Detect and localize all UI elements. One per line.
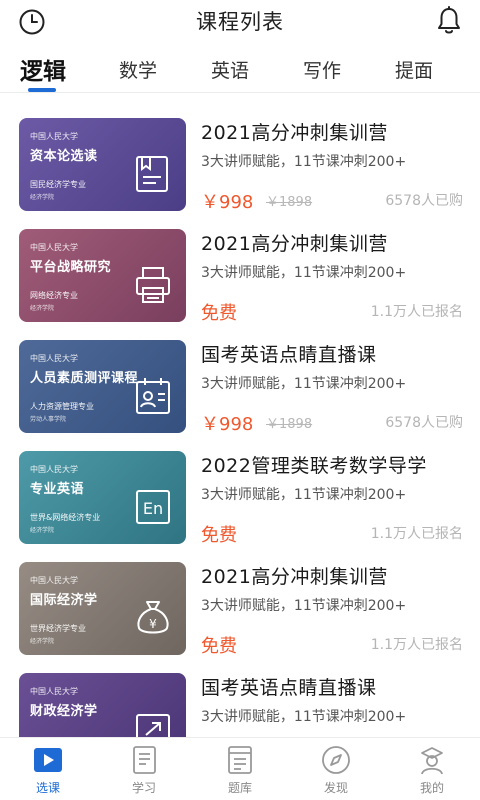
course-name: 2021高分冲刺集训营 <box>201 233 388 255</box>
course-info: 2021高分冲刺集训营 3大讲师赋能，11节课冲刺200+ 免费 1.1万人已报名 <box>201 229 471 324</box>
compass-icon <box>296 744 376 776</box>
cover-title: 平台战略研究 <box>30 260 112 275</box>
course-cover[interactable]: 中国人民大学专业英语世界&网络经济专业 经济学院 En <box>19 451 186 544</box>
course-name: 2021高分冲刺集训营 <box>201 122 388 144</box>
nav-discover[interactable]: 发现 <box>296 744 376 796</box>
cover-major: 世界经济学专业 <box>30 624 86 633</box>
nav-label: 选课 <box>35 781 60 795</box>
cover-college: 经济学院 <box>30 527 55 534</box>
course-cover[interactable]: 中国人民大学资本论选读国民经济学专业 经济学院 <box>19 118 186 211</box>
course-info: 2021高分冲刺集训营 3大讲师赋能，11节课冲刺200+ 免费 1.1万人已报名 <box>201 562 471 657</box>
bell-icon[interactable] <box>436 6 462 36</box>
course-description: 3大讲师赋能，11节课冲刺200+ <box>201 376 407 392</box>
course-description: 3大讲师赋能，11节课冲刺200+ <box>201 709 407 725</box>
nav-label: 我的 <box>419 781 444 795</box>
cover-school: 中国人民大学 <box>30 576 78 585</box>
cover-school: 中国人民大学 <box>30 354 78 363</box>
calendar-person-icon <box>134 376 172 416</box>
nav-label: 学习 <box>131 781 156 795</box>
cover-school: 中国人民大学 <box>30 132 78 141</box>
cover-title: 财政经济学 <box>30 704 98 719</box>
book-icon <box>134 154 172 194</box>
nav-label: 题库 <box>227 781 252 795</box>
cover-school: 中国人民大学 <box>30 243 78 252</box>
course-item[interactable]: 中国人民大学平台战略研究网络经济专业 经济学院 2021高分冲刺集训营 3大讲师赋能，… <box>0 204 480 324</box>
arrow-box-icon <box>134 709 172 737</box>
course-item[interactable]: 中国人民大学 人员素质测评课程 人力资源管理专业 劳动人事学院 国考英语点睛直播课 3大讲… <box>0 315 480 435</box>
course-info: 2021高分冲刺集训营 3大讲师赋能，11节课冲刺200+ ￥998 ￥1898 657… <box>201 118 471 213</box>
nav-study[interactable]: 学习 <box>104 744 184 796</box>
cover-major: 国民经济学专业 <box>30 180 86 189</box>
header: 课程列表 <box>0 0 480 44</box>
cover-college: 经济学院 <box>30 194 55 201</box>
nav-me[interactable]: 我的 <box>392 744 472 796</box>
money-bag-icon: ¥ <box>134 598 172 638</box>
nav-label: 发现 <box>323 781 348 795</box>
cover-school: 中国人民大学 <box>30 687 78 696</box>
course-name: 2022管理类联考数学导学 <box>201 455 427 477</box>
printer-icon <box>134 265 172 305</box>
course-cover[interactable]: 中国人民大学国际经济学世界经济学专业 经济学院 ¥ <box>19 562 186 655</box>
course-info: 2022管理类联考数学导学 3大讲师赋能，11节课冲刺200+ 免费 1.1万人已报名 <box>201 451 471 546</box>
course-item[interactable]: 中国人民大学专业英语世界&网络经济专业 经济学院 En 2022管理类联考数学导学 3大… <box>0 426 480 546</box>
course-cover[interactable]: 中国人民大学人员素质测评课程人力资源管理专业 劳动人事学院 <box>19 340 186 433</box>
cover-school: 中国人民大学 <box>30 465 78 474</box>
tab-logic[interactable]: 逻辑 <box>20 52 66 86</box>
course-info: 国考英语点睛直播课 3大讲师赋能，11节课冲刺200+ <box>201 673 471 726</box>
tab-interview[interactable]: 提面 <box>395 56 433 83</box>
course-item[interactable]: 中国人民大学资本论选读国民经济学专业 经济学院 2021高分冲刺集训营 3大讲师赋能，… <box>0 93 480 213</box>
cover-title: 专业英语 <box>30 482 85 497</box>
tab-english[interactable]: 英语 <box>211 56 249 83</box>
notebook-icon <box>104 744 184 776</box>
course-name: 国考英语点睛直播课 <box>201 677 377 699</box>
tab-writing[interactable]: 写作 <box>303 56 341 83</box>
svg-text:En: En <box>143 499 163 518</box>
page-title: 课程列表 <box>196 10 284 34</box>
course-description: 3大讲师赋能，11节课冲刺200+ <box>201 265 407 281</box>
course-name: 国考英语点睛直播课 <box>201 344 377 366</box>
nav-select-course[interactable]: 选课 <box>8 744 88 796</box>
tab-math[interactable]: 数学 <box>119 56 157 83</box>
cover-major: 世界&网络经济专业 <box>30 513 101 522</box>
cover-college: 劳动人事学院 <box>30 416 67 423</box>
category-tabs: 逻辑 数学 英语 写作 提面 <box>0 52 480 94</box>
course-description: 3大讲师赋能，11节课冲刺200+ <box>201 487 407 503</box>
course-description: 3大讲师赋能，11节课冲刺200+ <box>201 598 407 614</box>
profile-icon <box>392 744 472 776</box>
document-icon <box>200 744 280 776</box>
svg-text:¥: ¥ <box>149 617 157 631</box>
cover-major: 网络经济专业 <box>30 291 78 300</box>
cover-title: 资本论选读 <box>30 149 98 164</box>
cover-major: 人力资源管理专业 <box>30 402 94 411</box>
course-item[interactable]: 中国人民大学 国际经济学 世界经济学专业 经济学院 ¥2021高分冲刺集训营 3大讲师赋能… <box>0 537 480 657</box>
nav-question-bank[interactable]: 题库 <box>200 744 280 796</box>
cover-title: 人员素质测评课程 <box>30 371 139 386</box>
bottom-nav: 选课 学习 题库 发现 我的 <box>0 737 480 800</box>
play-icon <box>8 744 88 776</box>
cover-college: 经济学院 <box>30 305 55 312</box>
course-list[interactable]: 中国人民大学 资本论选读 国民经济学专业 经济学院 2021高分冲刺集训营 3大讲师赋能，… <box>0 93 480 737</box>
course-info: 国考英语点睛直播课 3大讲师赋能，11节课冲刺200+ ￥998 ￥1898 6578人… <box>201 340 471 435</box>
cover-college: 经济学院 <box>30 638 55 645</box>
course-description: 3大讲师赋能，11节课冲刺200+ <box>201 154 407 170</box>
course-cover[interactable]: 中国人民大学财政经济学 <box>19 673 186 737</box>
course-item[interactable]: 中国人民大学 财政经济学 国考英语点睛直播课 3大讲师赋能，11节课冲刺200+ <box>0 648 480 737</box>
course-name: 2021高分冲刺集训营 <box>201 566 388 588</box>
course-cover[interactable]: 中国人民大学平台战略研究网络经济专业 经济学院 <box>19 229 186 322</box>
en-icon: En <box>134 487 172 527</box>
cover-title: 国际经济学 <box>30 593 98 608</box>
